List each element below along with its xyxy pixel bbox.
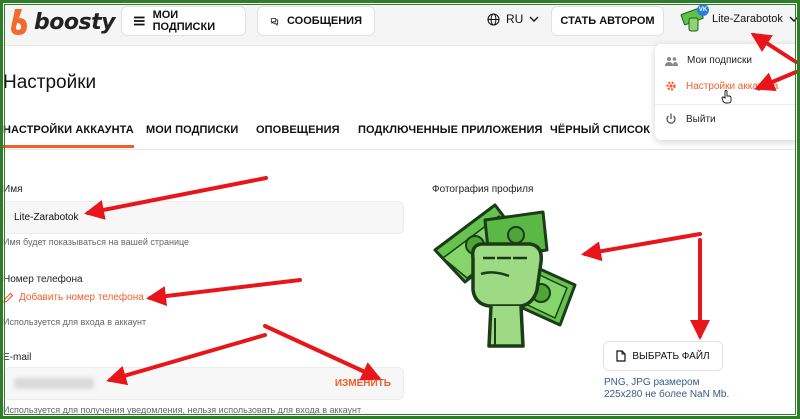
boosty-logo[interactable]: boosty (8, 8, 115, 36)
dropdown-divider (655, 104, 800, 105)
my-subscriptions-label: МОИ ПОДПИСКИ (152, 9, 216, 33)
page-title: Настройки (3, 72, 97, 93)
profile-photo-label: Фотография профиля (432, 184, 534, 195)
photo-hint-line: 225x280 не более NaN Mb. (604, 389, 730, 400)
become-author-button[interactable]: СТАТЬ АВТОРОМ (551, 6, 664, 36)
messages-button[interactable]: СООБЩЕНИЯ (257, 6, 375, 36)
email-label: E-mail (3, 352, 32, 363)
top-bar: boosty МОИ ПОДПИСКИ СООБЩЕНИЯ RU СТАТЬ А… (0, 0, 800, 46)
chevron-down-icon (529, 16, 539, 22)
tab-account-settings[interactable]: НАСТРОЙКИ АККАУНТА (3, 124, 134, 148)
profile-photo (433, 203, 577, 348)
add-phone-link[interactable]: Добавить номер телефона (3, 292, 144, 303)
vk-badge: VK (697, 4, 709, 16)
file-icon (616, 350, 626, 362)
tab-notifications[interactable]: ОПОВЕЩЕНИЯ (256, 124, 340, 136)
gear-icon (666, 81, 676, 91)
dropdown-item-logout[interactable]: Выйти (665, 113, 716, 125)
email-field[interactable]: ИЗМЕНИТЬ (3, 367, 404, 400)
name-label: Имя (3, 184, 23, 195)
dropdown-item-label: Мои подписки (687, 55, 752, 66)
language-label: RU (506, 12, 524, 26)
avatar[interactable]: VK (680, 4, 709, 32)
add-phone-label: Добавить номер телефона (19, 292, 144, 303)
logo-text: boosty (34, 9, 115, 35)
photo-hint-line: PNG, JPG размером (604, 377, 700, 388)
menu-icon (134, 16, 145, 26)
email-hint: Используется для получения уведомления, … (3, 405, 362, 415)
phone-label: Номер телефона (3, 274, 83, 285)
dropdown-item-label: Выйти (686, 113, 716, 125)
email-change-button[interactable]: ИЗМЕНИТЬ (335, 378, 391, 389)
user-menu[interactable]: VK Lite-Zarabotok (680, 4, 799, 32)
tab-my-subscriptions[interactable]: МОИ ПОДПИСКИ (146, 124, 238, 136)
dropdown-item-subscriptions[interactable]: Мои подписки (665, 55, 752, 66)
user-dropdown-menu: Мои подписки Настройки аккаунта Выйти (655, 44, 800, 140)
phone-hint: Используется для входа в аккаунт (3, 317, 147, 327)
name-hint: Имя будет показываться на вашей странице (3, 237, 190, 247)
choose-file-button[interactable]: ВЫБРАТЬ ФАЙЛ (603, 341, 723, 371)
people-icon (665, 56, 678, 66)
boosty-logo-icon (11, 9, 27, 35)
tab-connected-apps[interactable]: ПОДКЛЮЧЕННЫЕ ПРИЛОЖЕНИЯ (358, 124, 543, 136)
email-value-blurred (14, 378, 94, 389)
name-value: Lite-Zarabotok (14, 212, 79, 223)
chat-icon (270, 17, 279, 26)
hand-cursor-icon (721, 90, 732, 104)
messages-label: СООБЩЕНИЯ (287, 15, 362, 27)
power-icon (666, 113, 676, 124)
annotation-arrow (581, 232, 702, 262)
name-input[interactable]: Lite-Zarabotok (3, 201, 404, 234)
photo-format-hint: PNG, JPG размером 225x280 не более NaN M… (604, 377, 729, 401)
choose-file-label: ВЫБРАТЬ ФАЙЛ (632, 350, 710, 362)
pencil-icon (3, 292, 14, 303)
globe-icon (487, 12, 500, 26)
tab-blacklist[interactable]: ЧЁРНЫЙ СПИСОК (550, 124, 650, 136)
chevron-down-icon (789, 16, 799, 22)
language-selector[interactable]: RU (487, 12, 539, 26)
username: Lite-Zarabotok (712, 13, 783, 25)
annotation-arrow (146, 278, 302, 307)
my-subscriptions-button[interactable]: МОИ ПОДПИСКИ (121, 6, 246, 36)
